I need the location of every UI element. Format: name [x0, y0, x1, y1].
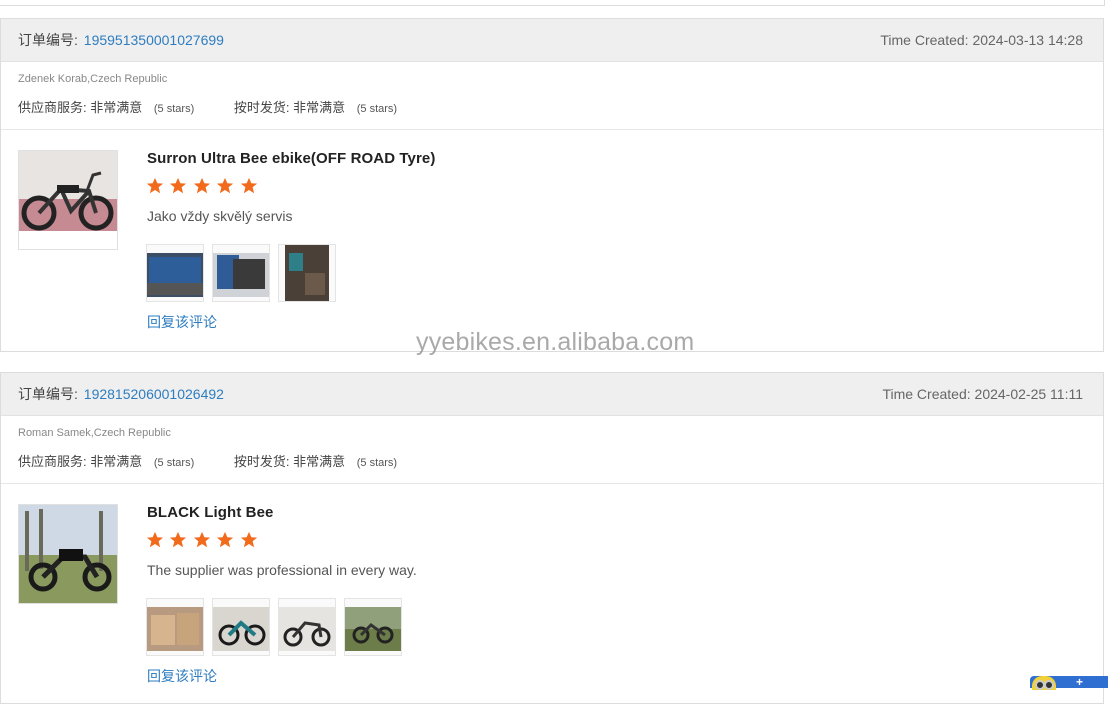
ebike-image	[19, 505, 117, 603]
review-photo[interactable]	[278, 598, 336, 656]
order-number-link[interactable]: 195951350001027699	[84, 32, 224, 48]
order-number-row: 订单编号: 195951350001027699	[18, 19, 224, 61]
on-time-shipping-rating: 按时发货: 非常满意 (5 stars)	[234, 451, 397, 470]
review-photo[interactable]	[212, 598, 270, 656]
review-meta: Zdenek Korab,Czech Republic 供应商服务: 非常满意 …	[1, 62, 1103, 130]
truck-photo	[147, 253, 203, 297]
review-photo[interactable]	[146, 244, 204, 302]
reply-review-link[interactable]: 回复该评论	[147, 666, 217, 686]
star-icon	[240, 177, 257, 194]
review-card-header: 订单编号: 192815206001026492 Time Created: 2…	[1, 373, 1103, 416]
buyer-name-country: Roman Samek,Czech Republic	[18, 427, 171, 439]
product-star-rating	[146, 531, 259, 553]
ebike-image	[19, 151, 117, 249]
product-name[interactable]: BLACK Light Bee	[147, 504, 274, 521]
star-icon	[217, 177, 234, 194]
star-icon	[240, 531, 257, 548]
product-star-rating	[146, 177, 259, 199]
plus-icon[interactable]: +	[1076, 676, 1083, 688]
service-ratings: 供应商服务: 非常满意 (5 stars) 按时发货: 非常满意 (5 star…	[18, 97, 433, 116]
buyer-name-country: Zdenek Korab,Czech Republic	[18, 73, 168, 85]
service-ratings: 供应商服务: 非常满意 (5 stars) 按时发货: 非常满意 (5 star…	[18, 451, 433, 470]
review-comment: Jako vždy skvělý servis	[147, 208, 293, 224]
product-thumbnail[interactable]	[18, 150, 118, 250]
on-time-shipping-stars-note: (5 stars)	[356, 457, 398, 469]
review-photo[interactable]	[278, 244, 336, 302]
star-icon	[146, 531, 164, 548]
previous-card-edge	[0, 0, 1105, 6]
supplier-service-value: 非常满意	[90, 454, 143, 469]
supplier-service-stars-note: (5 stars)	[153, 457, 195, 469]
supplier-service-rating: 供应商服务: 非常满意 (5 stars)	[18, 97, 194, 116]
time-created-label: Time Created:	[882, 386, 971, 402]
order-number-label: 订单编号:	[18, 386, 78, 402]
star-icon	[193, 531, 211, 548]
order-number-label: 订单编号:	[18, 32, 78, 48]
mascot-eye-icon	[1044, 680, 1054, 690]
time-created-label: Time Created:	[880, 32, 969, 48]
product-name[interactable]: Surron Ultra Bee ebike(OFF ROAD Tyre)	[147, 150, 435, 167]
supplier-service-rating: 供应商服务: 非常满意 (5 stars)	[18, 451, 194, 470]
star-icon	[193, 177, 211, 194]
review-photos	[146, 244, 344, 302]
order-number-link[interactable]: 192815206001026492	[84, 386, 224, 402]
bike-outdoor-photo	[345, 607, 401, 651]
order-number-row: 订单编号: 192815206001026492	[18, 373, 224, 415]
supplier-service-label: 供应商服务:	[18, 100, 87, 115]
bike-side-photo	[279, 607, 335, 651]
time-created-value: 2024-03-13 14:28	[972, 32, 1083, 48]
product-thumbnail[interactable]	[18, 504, 118, 604]
chat-widget[interactable]: +	[1030, 676, 1108, 690]
bike-packing-photo	[213, 607, 269, 651]
time-created: Time Created: 2024-02-25 11:11	[882, 373, 1083, 415]
supplier-service-value: 非常满意	[90, 100, 143, 115]
on-time-shipping-label: 按时发货:	[233, 100, 290, 115]
supplier-service-label: 供应商服务:	[18, 454, 87, 469]
review-card: 订单编号: 192815206001026492 Time Created: 2…	[0, 372, 1104, 704]
crate-photo	[213, 253, 269, 297]
review-card-header: 订单编号: 195951350001027699 Time Created: 2…	[1, 19, 1103, 62]
on-time-shipping-stars-note: (5 stars)	[356, 103, 398, 115]
reply-review-link[interactable]: 回复该评论	[147, 312, 217, 332]
star-icon	[170, 177, 187, 194]
boxes-photo	[147, 607, 203, 651]
time-created: Time Created: 2024-03-13 14:28	[880, 19, 1083, 61]
review-card: 订单编号: 195951350001027699 Time Created: 2…	[0, 18, 1104, 352]
review-meta: Roman Samek,Czech Republic 供应商服务: 非常满意 (…	[1, 416, 1103, 484]
time-created-value: 2024-02-25 11:11	[974, 386, 1083, 402]
supplier-service-stars-note: (5 stars)	[153, 103, 195, 115]
warehouse-photo	[285, 245, 329, 301]
review-photo[interactable]	[212, 244, 270, 302]
star-icon	[146, 177, 164, 194]
on-time-shipping-value: 非常满意	[293, 100, 346, 115]
review-photo[interactable]	[146, 598, 204, 656]
star-icon	[217, 531, 234, 548]
review-photos	[146, 598, 410, 656]
star-icon	[170, 531, 187, 548]
review-comment: The supplier was professional in every w…	[147, 562, 417, 578]
on-time-shipping-value: 非常满意	[293, 454, 346, 469]
on-time-shipping-rating: 按时发货: 非常满意 (5 stars)	[234, 97, 397, 116]
on-time-shipping-label: 按时发货:	[233, 454, 290, 469]
review-photo[interactable]	[344, 598, 402, 656]
